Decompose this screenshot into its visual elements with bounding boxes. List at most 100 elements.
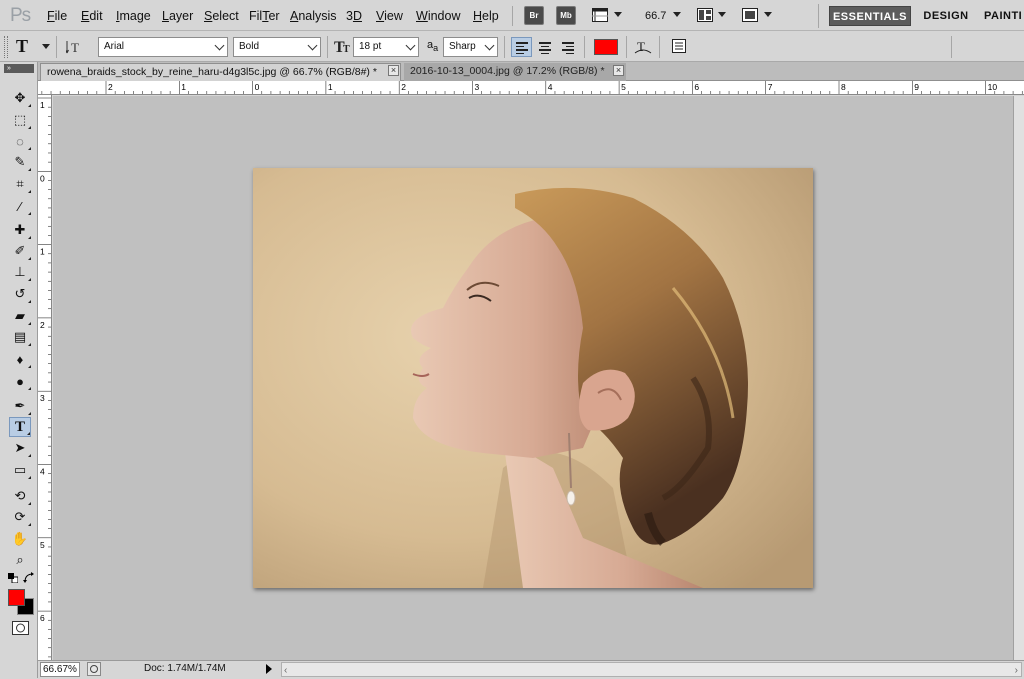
marquee-tool-icon: ⬚: [13, 112, 27, 127]
horizontal-ruler[interactable]: 2 1 0 1 2 3 4 5 6 7 8 9 10: [38, 81, 1024, 95]
menu-filter[interactable]: FilTer: [249, 9, 280, 23]
view-extras-icon[interactable]: [592, 8, 608, 25]
ruler-label: 4: [548, 82, 553, 92]
history-brush-tool-button[interactable]: ↺: [9, 284, 31, 304]
arrange-documents-icon[interactable]: [697, 8, 713, 25]
quick-select-tool-button[interactable]: ✎: [9, 152, 31, 172]
ruler-label: 2: [401, 82, 406, 92]
screen-mode-icon[interactable]: [742, 8, 758, 25]
ruler-label: 10: [988, 82, 998, 92]
separator: [951, 36, 952, 58]
menu-edit[interactable]: Edit: [81, 9, 103, 23]
align-right-button[interactable]: [557, 37, 578, 57]
history-brush-tool-icon: ↺: [14, 286, 26, 301]
antialias-value: Sharp: [449, 41, 476, 52]
tab-document-1[interactable]: rowena_braids_stock_by_reine_haru-d4g3l5…: [40, 63, 401, 81]
scroll-right-icon[interactable]: ›: [1015, 665, 1018, 676]
move-tool-icon: ✥: [14, 90, 26, 105]
play-arrow-icon[interactable]: [266, 664, 272, 674]
move-tool-button[interactable]: ✥: [9, 88, 31, 108]
foreground-color-swatch[interactable]: [8, 589, 25, 606]
pen-tool-button[interactable]: ✒: [9, 396, 31, 416]
document-image[interactable]: [253, 168, 813, 588]
status-info-icon[interactable]: [87, 662, 101, 679]
type-tool-icon[interactable]: T: [16, 36, 28, 57]
ruler-label: 1: [181, 82, 186, 92]
menu-image[interactable]: Image: [116, 9, 151, 23]
font-family-select[interactable]: Arial: [98, 37, 228, 57]
blur-tool-button[interactable]: ♦: [9, 349, 31, 369]
menu-help[interactable]: Help: [473, 9, 499, 23]
type-tool-button[interactable]: T: [9, 417, 31, 437]
workspace-design-button[interactable]: DESIGN: [920, 6, 972, 26]
close-icon[interactable]: ×: [613, 65, 624, 76]
marquee-tool-button[interactable]: ⬚: [9, 110, 31, 130]
zoom-field[interactable]: 66.67%: [40, 662, 80, 677]
menu-file[interactable]: File: [47, 9, 67, 23]
chevron-down-icon[interactable]: [42, 44, 50, 49]
gradient-tool-button[interactable]: ▤: [9, 327, 31, 347]
chevron-down-icon[interactable]: [718, 12, 726, 17]
ruler-label: 1: [40, 247, 45, 257]
workspace-essentials-button[interactable]: ESSENTIALS: [829, 6, 911, 26]
separator: [659, 36, 660, 58]
menu-analysis[interactable]: Analysis: [290, 9, 337, 23]
zoom-tool-button[interactable]: ⌕: [9, 550, 31, 570]
zoom-level-dropdown[interactable]: 66.7: [645, 10, 666, 22]
brush-tool-button[interactable]: ✐: [9, 241, 31, 261]
menu-layer[interactable]: Layer: [162, 9, 193, 23]
font-style-select[interactable]: Bold: [233, 37, 321, 57]
character-panel-icon[interactable]: [672, 39, 688, 57]
toggle-orientation-icon[interactable]: T: [65, 39, 82, 58]
align-center-button[interactable]: [534, 37, 555, 57]
chevron-down-icon[interactable]: [614, 12, 622, 17]
3d-rotate-tool-button[interactable]: ⟲: [9, 486, 31, 506]
chevron-down-icon[interactable]: [764, 12, 772, 17]
workspace-painting-button[interactable]: PAINTI: [984, 6, 1024, 26]
lasso-tool-button[interactable]: ◌: [9, 131, 31, 151]
chevron-down-icon: [405, 40, 416, 51]
menu-3d[interactable]: 3D: [346, 9, 362, 23]
menu-window[interactable]: Window: [416, 9, 460, 23]
menu-view[interactable]: View: [376, 9, 403, 23]
text-color-swatch[interactable]: [594, 39, 618, 55]
path-selection-tool-button[interactable]: ➤: [9, 438, 31, 458]
portrait-photo: [253, 168, 813, 588]
menu-bar: Ps File Edit Image Layer Select FilTer A…: [0, 0, 1024, 31]
horizontal-scrollbar[interactable]: ‹ ›: [281, 662, 1022, 677]
swap-colors-icon[interactable]: [23, 572, 35, 584]
vertical-scrollbar[interactable]: [1013, 96, 1024, 660]
svg-text:T: T: [637, 39, 645, 54]
warp-text-icon[interactable]: T: [634, 38, 652, 59]
healing-brush-tool-button[interactable]: ✚: [9, 220, 31, 240]
bridge-button[interactable]: Br: [524, 6, 544, 25]
quick-mask-icon[interactable]: [12, 621, 30, 638]
eyedropper-tool-button[interactable]: ⁄: [9, 196, 31, 216]
mini-bridge-button[interactable]: Mb: [556, 6, 576, 25]
zoom-tool-icon: ⌕: [16, 552, 24, 567]
scroll-left-icon[interactable]: ‹: [284, 665, 287, 676]
eraser-tool-button[interactable]: ▰: [9, 306, 31, 326]
chevron-down-icon: [484, 40, 495, 51]
tools-panel-header[interactable]: »: [4, 64, 34, 73]
grip-handle[interactable]: [4, 36, 8, 58]
tab-document-2[interactable]: 2016-10-13_0004.jpg @ 17.2% (RGB/8) *: [404, 63, 626, 81]
menu-select[interactable]: Select: [204, 9, 239, 23]
font-size-select[interactable]: 18 pt: [353, 37, 419, 57]
crop-tool-button[interactable]: ⌗: [9, 174, 31, 194]
align-left-button[interactable]: [511, 37, 532, 57]
vertical-ruler[interactable]: 1 0 1 2 3 4 5 6: [38, 95, 52, 660]
chevron-down-icon[interactable]: [673, 12, 681, 17]
ruler-label: 1: [328, 82, 333, 92]
clone-stamp-tool-button[interactable]: ⊥: [9, 262, 31, 282]
close-icon[interactable]: ×: [388, 65, 399, 76]
dodge-tool-button[interactable]: ●: [9, 371, 31, 391]
ruler-label: 2: [108, 82, 113, 92]
default-colors-icon[interactable]: [8, 572, 19, 584]
rectangle-tool-button[interactable]: ▭: [9, 460, 31, 480]
3d-orbit-tool-button[interactable]: ⟳: [9, 507, 31, 527]
ruler-label: 6: [40, 613, 45, 623]
hand-tool-button[interactable]: ✋: [9, 529, 31, 549]
antialias-select[interactable]: Sharp: [443, 37, 498, 57]
ruler-label: 2: [40, 320, 45, 330]
